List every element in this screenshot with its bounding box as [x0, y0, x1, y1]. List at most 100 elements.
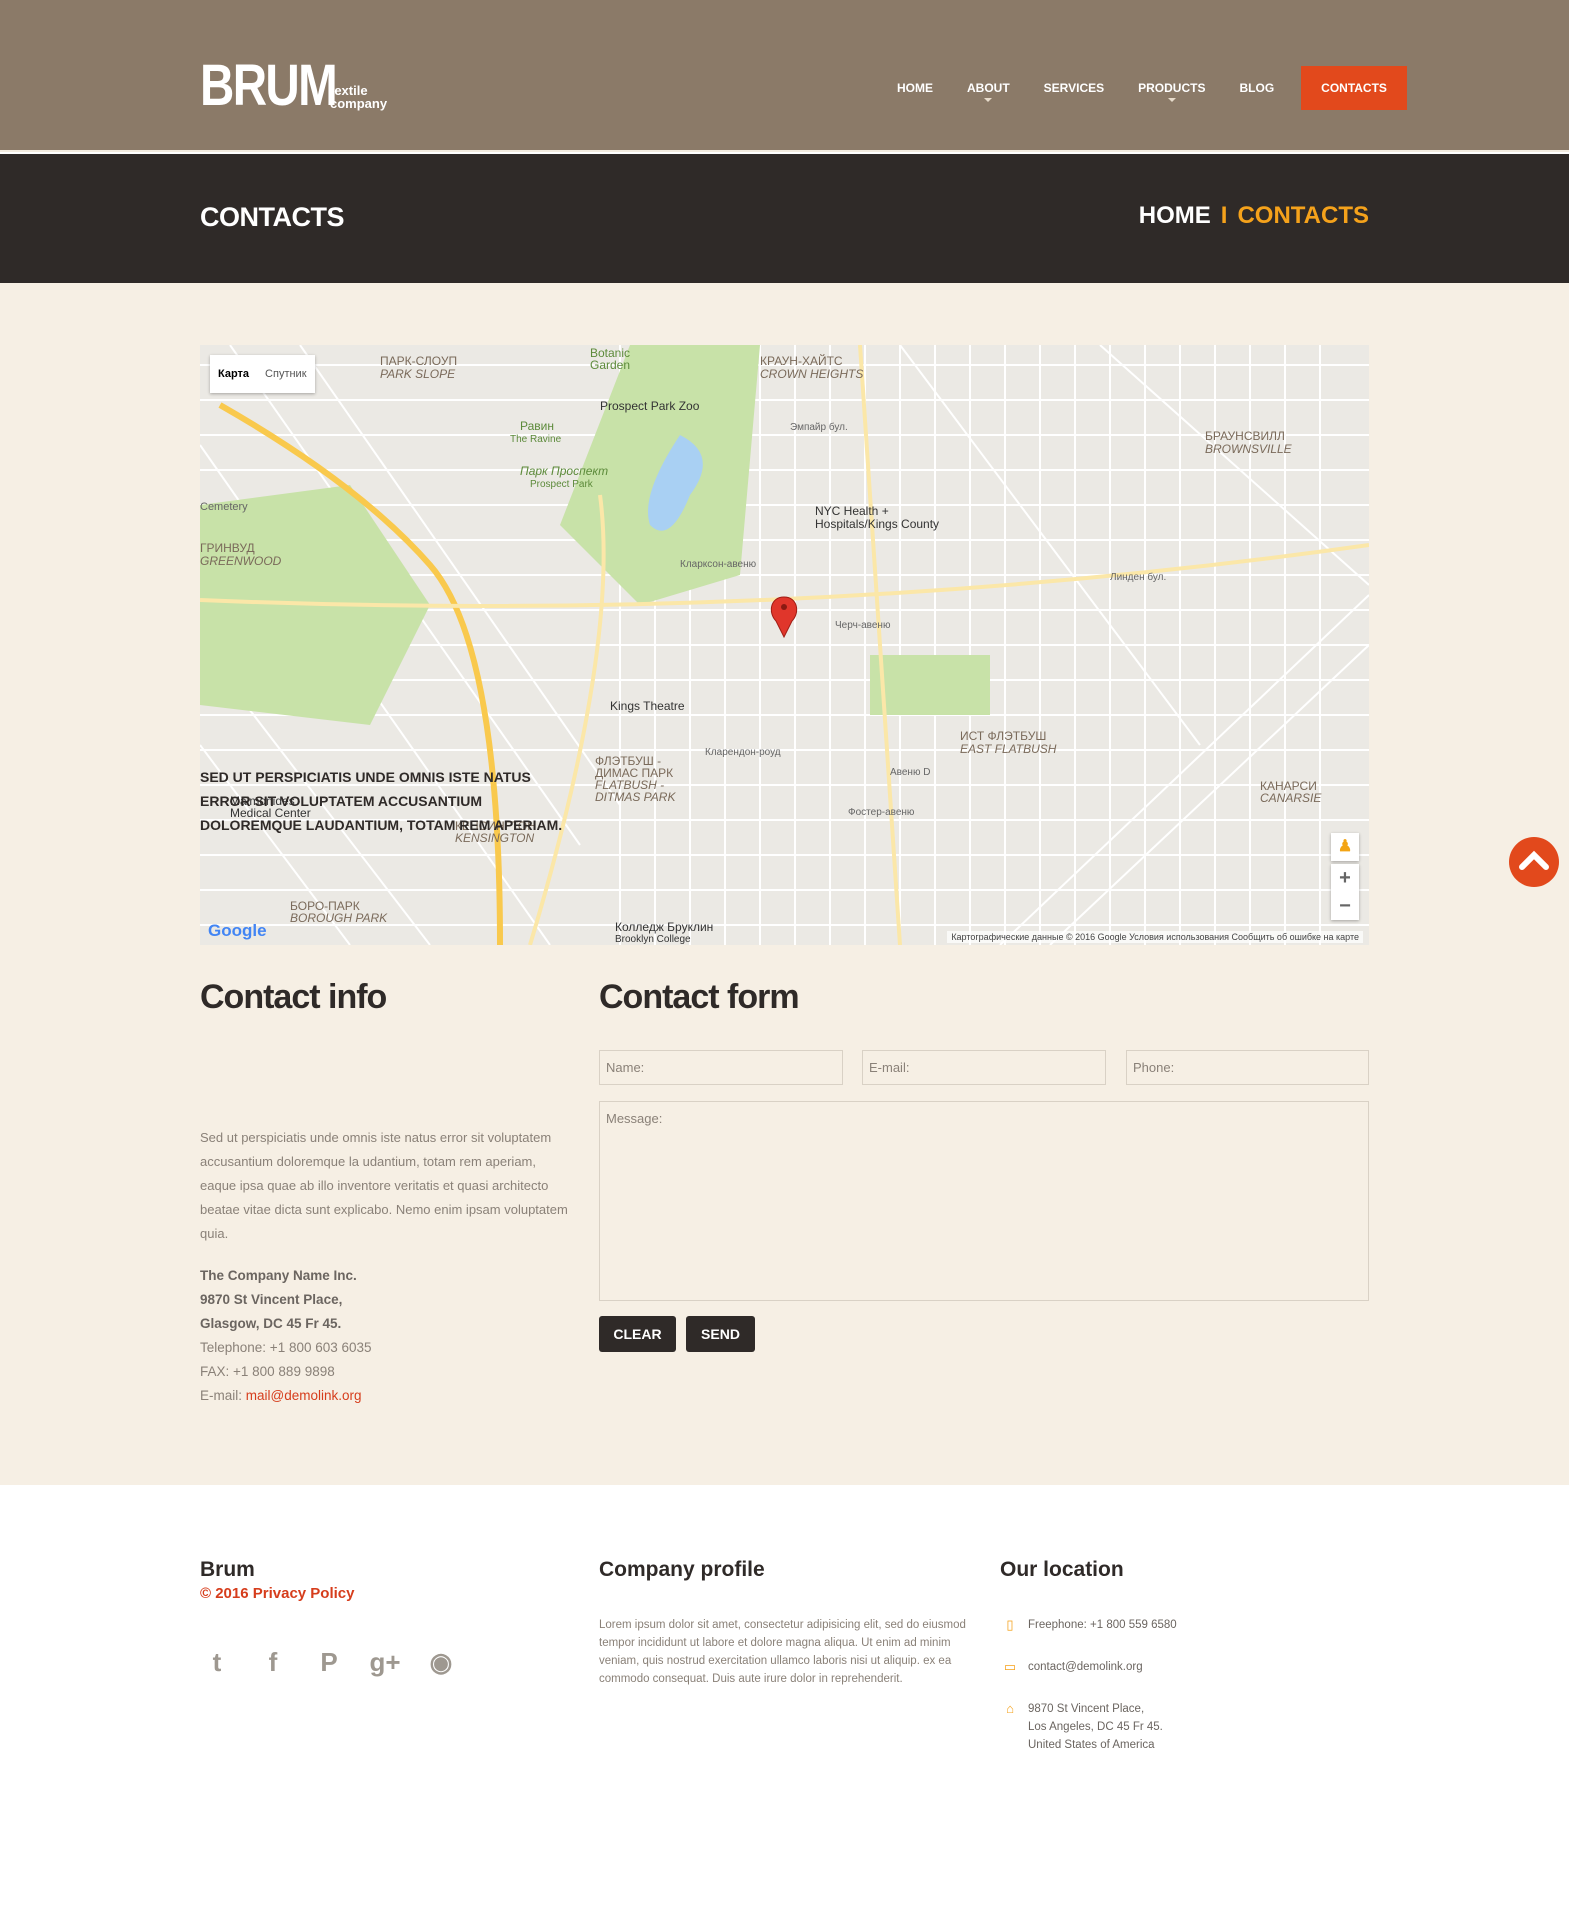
map-label: DITMAS PARK [595, 790, 676, 804]
map-label: PARK SLOPE [380, 367, 456, 381]
map-credits[interactable]: Картографические данные © 2016 Google Ус… [947, 931, 1363, 943]
contact-info-heading: Contact info [200, 978, 387, 1016]
contact-info-lead: SED UT PERSPICIATIS UNDE OMNIS ISTE NATU… [200, 769, 563, 833]
zoom-out-button[interactable]: − [1331, 892, 1359, 920]
email-label: E-mail: [200, 1388, 243, 1403]
google-map[interactable]: ПАРК-СЛОУП PARK SLOPE Botanic Garden КРА… [200, 345, 1369, 945]
footer-email: ▭ contact@demolink.org [1000, 1658, 1143, 1676]
map-type-map[interactable]: Карта [210, 355, 257, 393]
footer-freephone: Freephone: +1 800 559 6580 [1028, 1619, 1177, 1631]
main-nav: HOME ABOUT SERVICES PRODUCTS BLOG CONTAC… [880, 66, 1407, 110]
logo-text: BRUM [200, 53, 338, 118]
company-name: The Company Name Inc. [200, 1268, 357, 1283]
map-label: Черч-авеню [835, 620, 891, 631]
company-street: 9870 St Vincent Place, [200, 1292, 343, 1307]
footer-phone: ▯ Freephone: +1 800 559 6580 [1000, 1616, 1177, 1634]
site-footer: Brum © 2016 Privacy Policy t f P g+ ◉ Co… [0, 1485, 1569, 1918]
breadcrumb-current: CONTACTS [1237, 202, 1369, 229]
google-logo[interactable]: Google [208, 921, 267, 941]
site-header: BRUM textile company HOME ABOUT SERVICES… [0, 0, 1569, 152]
map-label: The Ravine [510, 434, 562, 445]
clear-button[interactable]: CLEAR [599, 1316, 676, 1352]
map-label: КРАУН-ХАЙТС [760, 353, 843, 368]
footer-email-text[interactable]: contact@demolink.org [1028, 1658, 1143, 1676]
contact-form-heading: Contact form [599, 978, 800, 1016]
home-icon: ⌂ [1006, 1701, 1014, 1716]
company-profile-heading: Company profile [599, 1558, 765, 1581]
zoom-in-button[interactable]: + [1331, 864, 1359, 892]
google-plus-icon[interactable]: g+ [368, 1645, 402, 1679]
breadcrumb: HOME I CONTACTS [1139, 202, 1369, 230]
map-label: Prospect Park Zoo [600, 399, 700, 413]
map-canvas[interactable]: ПАРК-СЛОУП PARK SLOPE Botanic Garden КРА… [200, 345, 1369, 945]
map-type-satellite[interactable]: Спутник [257, 355, 314, 393]
map-label: Парк Проспект [520, 464, 608, 478]
social-links: t f P g+ ◉ [200, 1645, 458, 1679]
nav-products[interactable]: PRODUCTS [1121, 66, 1222, 110]
chevron-down-icon [984, 98, 993, 102]
pinterest-icon[interactable]: P [312, 1645, 346, 1679]
email-input[interactable]: E-mail: [862, 1050, 1106, 1085]
name-input[interactable]: Name: [599, 1050, 843, 1085]
logo[interactable]: BRUM textile company [200, 53, 387, 118]
footer-address: ⌂ 9870 St Vincent Place, Los Angeles, DC… [1000, 1700, 1163, 1754]
map-label: Cemetery [200, 501, 248, 513]
map-label: Kings Theatre [610, 699, 685, 713]
twitter-icon[interactable]: t [200, 1645, 234, 1679]
map-label: Авеню D [890, 767, 930, 778]
map-type-control: Карта Спутник [210, 355, 315, 393]
company-telephone: Telephone: +1 800 603 6035 [200, 1340, 372, 1355]
map-label: BROWNSVILLE [1205, 442, 1293, 456]
breadcrumb-separator: I [1220, 202, 1228, 229]
monitor-icon: ▭ [1003, 1659, 1017, 1674]
github-icon[interactable]: ◉ [424, 1645, 458, 1679]
phone-input[interactable]: Phone: [1126, 1050, 1369, 1085]
contact-info-body: Sed ut perspiciatis unde omnis iste natu… [200, 1130, 568, 1241]
nav-contacts[interactable]: CONTACTS [1301, 66, 1407, 110]
facebook-icon[interactable]: f [256, 1645, 290, 1679]
our-location-heading: Our location [1000, 1558, 1124, 1581]
chevron-up-icon [1519, 850, 1549, 870]
map-label: Колледж Бруклин [615, 920, 713, 934]
logo-tagline: textile company [330, 84, 410, 110]
nav-services[interactable]: SERVICES [1027, 66, 1121, 110]
map-label: Brooklyn College [615, 934, 691, 945]
footer-address-2: Los Angeles, DC 45 Fr 45. [1028, 1721, 1163, 1733]
map-label: EAST FLATBUSH [960, 742, 1057, 756]
main-content: ПАРК-СЛОУП PARK SLOPE Botanic Garden КРА… [0, 283, 1569, 1485]
map-label: Линден бул. [1110, 571, 1166, 583]
nav-about[interactable]: ABOUT [950, 66, 1027, 110]
company-profile-text: Lorem ipsum dolor sit amet, consectetur … [599, 1619, 966, 1685]
zoom-control: + − [1331, 864, 1359, 920]
map-label: ГРИНВУД [200, 541, 255, 555]
nav-home[interactable]: HOME [880, 66, 950, 110]
map-label: Равин [520, 419, 554, 433]
tagline-line-2: company [330, 96, 388, 111]
scroll-to-top-button[interactable] [1509, 837, 1559, 887]
map-label: Эмпайр бул. [790, 421, 848, 433]
email-link[interactable]: mail@demolink.org [246, 1388, 362, 1403]
company-city: Glasgow, DC 45 Fr 45. [200, 1316, 342, 1331]
map-label: BOROUGH PARK [290, 911, 388, 925]
send-button[interactable]: SEND [686, 1316, 755, 1352]
map-label: Prospect Park [530, 479, 594, 490]
pegman-icon[interactable]: ♟ [1331, 833, 1359, 861]
map-label: Кларксон-авеню [680, 559, 757, 570]
breadcrumb-home[interactable]: HOME [1139, 202, 1211, 229]
nav-products-label: PRODUCTS [1138, 81, 1206, 95]
company-fax: FAX: +1 800 889 9898 [200, 1364, 335, 1379]
footer-copyright[interactable]: © 2016 Privacy Policy [200, 1585, 355, 1602]
map-label: NYC Health + [815, 504, 889, 518]
map-label: GREENWOOD [200, 554, 282, 568]
nav-about-label: ABOUT [967, 81, 1010, 95]
map-label: Фостер-авеню [848, 807, 915, 818]
page-title: CONTACTS [200, 202, 345, 232]
map-label: CANARSIE [1260, 791, 1322, 805]
chevron-down-icon [1167, 98, 1176, 102]
map-label: ИСТ ФЛЭТБУШ [960, 729, 1046, 743]
message-textarea[interactable]: Message: [599, 1101, 1369, 1301]
map-label: Hospitals/Kings County [815, 517, 939, 531]
map-label: ПАРК-СЛОУП [380, 354, 457, 368]
nav-blog[interactable]: BLOG [1222, 66, 1291, 110]
footer-brand: Brum [200, 1558, 255, 1581]
